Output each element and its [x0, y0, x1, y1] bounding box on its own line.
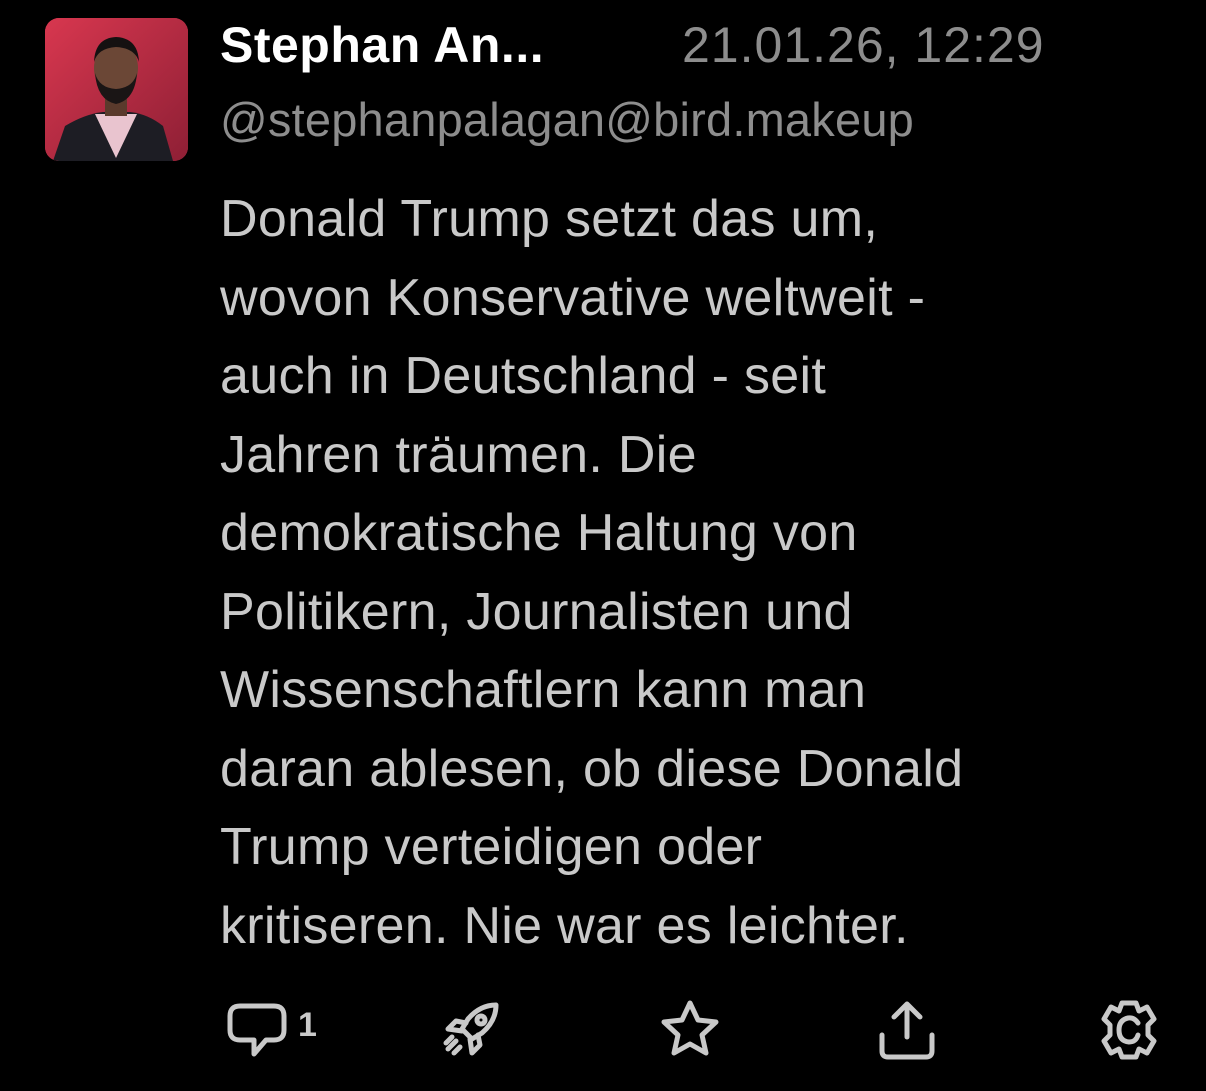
more-button[interactable] [1094, 990, 1164, 1070]
author-handle[interactable]: @stephanpalagan@bird.makeup [220, 92, 914, 147]
boost-button[interactable] [438, 990, 508, 1070]
post-body-line: Jahren träumen. Die [220, 425, 697, 484]
post[interactable]: Stephan An... 21.01.26, 12:29 @stephanpa… [0, 0, 1206, 1091]
post-timestamp[interactable]: 21.01.26, 12:29 [682, 16, 1045, 74]
author-display-name[interactable]: Stephan An... [220, 16, 544, 74]
post-body-line: Politikern, Journalisten und [220, 582, 853, 641]
post-body-line: wovon Konservative weltweit - [220, 268, 926, 327]
post-body-line: Trump verteidigen oder [220, 818, 763, 876]
share-button[interactable] [872, 990, 942, 1070]
post-body-line: Wissenschaftlern kann man [220, 661, 867, 719]
avatar-photo [45, 18, 188, 161]
star-icon [661, 1000, 719, 1056]
post-body-line: daran ablesen, ob diese Donald [220, 739, 964, 798]
settings-icon [1101, 1000, 1157, 1060]
share-icon [879, 1001, 935, 1060]
avatar[interactable] [45, 18, 188, 161]
post-actions: 1 [0, 990, 1206, 1070]
rocket-icon [443, 1002, 499, 1056]
post-body-line: demokratische Haltung von [220, 504, 858, 562]
post-body-line: kritiseren. Nie war es leichter. [220, 896, 909, 955]
post-header: Stephan An... 21.01.26, 12:29 [220, 10, 1180, 80]
reply-count: 1 [298, 1005, 317, 1044]
reply-icon [227, 1003, 287, 1057]
post-body: Donald Trump setzt das um, wovon Konserv… [220, 180, 1180, 965]
post-body-line: Donald Trump setzt das um, [220, 190, 879, 248]
reply-button[interactable]: 1 [222, 990, 317, 1070]
post-body-line: auch in Deutschland - seit [220, 347, 827, 405]
favorite-button[interactable] [655, 990, 725, 1070]
